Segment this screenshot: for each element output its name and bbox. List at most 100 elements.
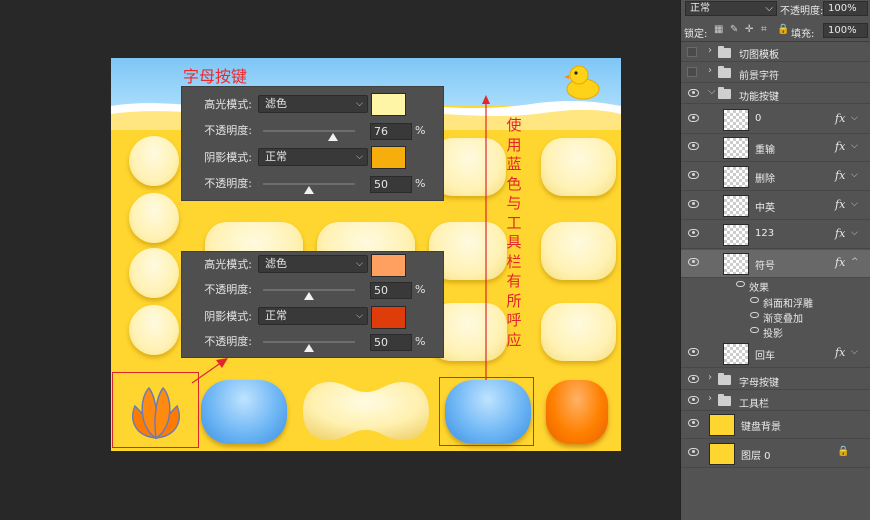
eye-icon[interactable]	[688, 229, 699, 237]
eye-icon[interactable]	[688, 396, 699, 404]
lock-artboard-icon[interactable]: ⌗	[761, 24, 767, 35]
visibility-toggle[interactable]	[687, 67, 697, 77]
shadow-color-swatch[interactable]	[371, 306, 406, 329]
layer-name: 中英	[755, 203, 775, 214]
fx-icon[interactable]: fx	[835, 346, 845, 359]
shadow-opacity-input[interactable]: 50	[370, 334, 412, 351]
layer-folder-foreground-chars[interactable]: › 前景字符	[681, 62, 870, 83]
layer-key-123[interactable]: 123 fx ⌵	[681, 221, 870, 249]
highlight-opacity-input[interactable]: 76	[370, 123, 412, 140]
highlight-opacity-slider[interactable]	[263, 289, 355, 300]
slider-thumb[interactable]	[304, 292, 314, 300]
fill-label: 填充:	[791, 29, 815, 40]
opacity-input[interactable]: 100%	[823, 1, 868, 16]
fill-input[interactable]: 100%	[823, 23, 868, 38]
eye-icon[interactable]	[688, 348, 699, 356]
percent-sign: %	[415, 177, 426, 190]
eye-icon[interactable]	[750, 297, 759, 303]
bevel-settings-panel-bottom: 高光模式: 滤色 ⌵ 不透明度: 50 % 阴影模式: 正常 ⌵ 不透明度: 50 …	[181, 251, 444, 358]
shadow-color-swatch[interactable]	[371, 146, 406, 169]
eye-icon[interactable]	[688, 375, 699, 383]
highlight-opacity-input[interactable]: 50	[370, 282, 412, 299]
fx-icon[interactable]: fx	[835, 169, 845, 182]
lock-all-icon[interactable]: 🔒	[777, 24, 789, 35]
chevron-down-icon[interactable]: ⌵	[851, 170, 858, 180]
layer-thumbnail	[709, 443, 735, 465]
chevron-down-icon[interactable]: ⌵	[851, 199, 858, 209]
chevron-down-icon[interactable]: ⌵	[851, 141, 858, 151]
chevron-right-icon[interactable]: ›	[708, 45, 712, 56]
highlight-mode-label: 高光模式:	[204, 258, 252, 271]
shadow-opacity-slider[interactable]	[263, 341, 355, 352]
effect-bevel-emboss[interactable]: 斜面和浮雕	[763, 295, 813, 310]
highlight-mode-select[interactable]: 滤色 ⌵	[258, 255, 368, 273]
eye-icon[interactable]	[688, 89, 699, 97]
effect-gradient-overlay[interactable]: 渐变叠加	[763, 310, 803, 325]
layer-thumbnail	[723, 253, 749, 275]
layer-thumbnail	[723, 109, 749, 131]
slider-thumb[interactable]	[327, 133, 338, 141]
layer-key-reenter[interactable]: 重输 fx ⌵	[681, 134, 870, 162]
eye-icon[interactable]	[688, 114, 699, 122]
layer-key-lang[interactable]: 中英 fx ⌵	[681, 192, 870, 220]
effect-drop-shadow[interactable]: 投影	[763, 325, 783, 340]
shadow-opacity-label: 不透明度:	[204, 177, 252, 190]
highlight-opacity-slider[interactable]	[263, 130, 355, 141]
eye-icon[interactable]	[688, 200, 699, 208]
shadow-opacity-label: 不透明度:	[204, 335, 252, 348]
percent-sign: %	[415, 335, 426, 348]
layer-key-delete[interactable]: 删除 fx ⌵	[681, 163, 870, 191]
eye-icon[interactable]	[688, 142, 699, 150]
lock-brush-icon[interactable]: ✎	[730, 24, 738, 35]
chevron-down-icon[interactable]: ⌵	[851, 113, 858, 123]
folder-icon	[718, 394, 731, 406]
layer-folder-letter-keys[interactable]: › 字母按键	[681, 369, 870, 390]
chevron-down-icon[interactable]: ⌵	[708, 86, 716, 97]
visibility-toggle[interactable]	[687, 47, 697, 57]
lock-transparent-icon[interactable]: ▦	[714, 24, 723, 35]
layer-key-symbol[interactable]: 符号 fx ^	[681, 250, 870, 278]
chevron-down-icon[interactable]: ⌵	[851, 347, 858, 357]
chevron-up-icon[interactable]: ^	[851, 257, 859, 267]
fx-icon[interactable]: fx	[835, 112, 845, 125]
fx-icon[interactable]: fx	[835, 227, 845, 240]
shadow-mode-select[interactable]: 正常 ⌵	[258, 148, 368, 166]
chevron-right-icon[interactable]: ›	[708, 372, 712, 383]
layer-folder-slice-template[interactable]: › 切图模板	[681, 42, 870, 62]
layer-name: 符号	[755, 261, 775, 272]
chevron-down-icon: ⌵	[356, 311, 363, 321]
fx-icon[interactable]: fx	[835, 198, 845, 211]
blend-mode-select[interactable]: 正常 ⌵	[685, 1, 777, 16]
highlight-color-swatch[interactable]	[371, 93, 406, 116]
highlight-mode-select[interactable]: 滤色 ⌵	[258, 95, 368, 113]
slider-thumb[interactable]	[304, 186, 314, 194]
layer-name: 删除	[755, 174, 775, 185]
shadow-mode-select[interactable]: 正常 ⌵	[258, 307, 368, 325]
chevron-right-icon[interactable]: ›	[708, 65, 712, 76]
layer-key-enter[interactable]: 回车 fx ⌵	[681, 340, 870, 368]
eye-icon[interactable]	[736, 281, 745, 287]
eye-icon[interactable]	[750, 312, 759, 318]
layer-keyboard-bg[interactable]: 键盘背景	[681, 411, 870, 439]
chevron-right-icon[interactable]: ›	[708, 393, 712, 404]
eye-icon[interactable]	[688, 419, 699, 427]
eye-icon[interactable]	[688, 258, 699, 266]
layer-0[interactable]: 图层 0 🔒	[681, 440, 870, 468]
eye-icon[interactable]	[688, 171, 699, 179]
shadow-opacity-input[interactable]: 50	[370, 176, 412, 193]
layer-folder-toolbar[interactable]: › 工具栏	[681, 390, 870, 411]
lock-move-icon[interactable]: ✛	[745, 24, 753, 35]
shadow-opacity-slider[interactable]	[263, 183, 355, 194]
highlight-color-swatch[interactable]	[371, 254, 406, 277]
layer-key-0[interactable]: 0 fx ⌵	[681, 106, 870, 134]
slider-thumb[interactable]	[304, 344, 314, 352]
annotation-vertical-text: 使 用 蓝 色 与 工 具 栏 有 所 呼 应	[506, 116, 522, 349]
fx-icon[interactable]: fx	[835, 256, 845, 269]
chevron-down-icon: ⌵	[356, 99, 363, 109]
layer-folder-function-keys[interactable]: ⌵ 功能按键	[681, 83, 870, 104]
fx-icon[interactable]: fx	[835, 140, 845, 153]
eye-icon[interactable]	[750, 327, 759, 333]
percent-sign: %	[415, 283, 426, 296]
eye-icon[interactable]	[688, 448, 699, 456]
chevron-down-icon[interactable]: ⌵	[851, 228, 858, 238]
